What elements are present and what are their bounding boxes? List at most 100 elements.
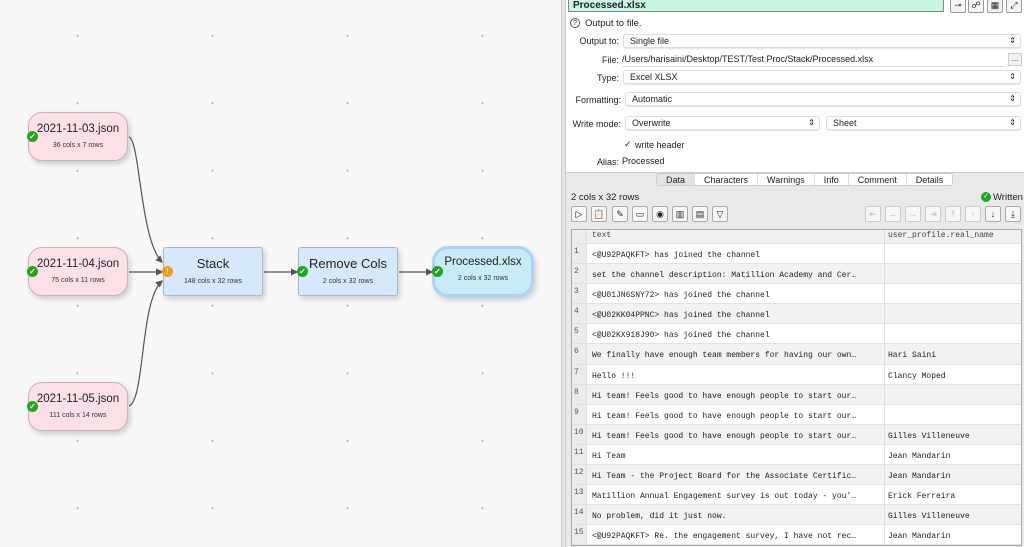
cell-real-name[interactable] (885, 324, 1021, 343)
table-icon[interactable]: ▦ (987, 0, 1003, 13)
connections-icon[interactable]: ☍ (968, 0, 984, 13)
formatting-select[interactable]: Automatic ⇕ (625, 92, 1021, 106)
first-row-icon[interactable]: ⤒ (945, 206, 961, 222)
cell-real-name[interactable]: Jean Mandarin (885, 445, 1021, 464)
filter-icon[interactable]: ▽ (712, 206, 728, 222)
table-row[interactable]: 4 <@U02KK04PPNC> has joined the channel (572, 304, 1021, 325)
cell-real-name[interactable] (885, 284, 1021, 303)
right-arrow-icon[interactable]: → (905, 206, 921, 222)
help-icon[interactable]: ? (570, 18, 580, 28)
browse-button[interactable]: ... (1008, 53, 1022, 66)
cell-text[interactable]: We finally have enough team members for … (587, 344, 885, 364)
cell-real-name[interactable]: Jean Mandarin (885, 465, 1021, 484)
expand-icon[interactable]: ⤢ (1006, 0, 1022, 13)
down-arrow-icon[interactable]: ↓ (985, 206, 1001, 222)
write-mode-value: Overwrite (632, 118, 671, 128)
cell-text[interactable]: <@U01JN6SNY72> has joined the channel (587, 284, 885, 304)
node-input-2021-11-04[interactable]: ✓ 2021-11-04.json 75 cols x 11 rows (27, 247, 128, 296)
table-row[interactable]: 9 Hi team! Feels good to have enough peop… (572, 404, 1021, 425)
node-input-2021-11-03[interactable]: ✓ 2021-11-03.json 36 cols x 7 rows (27, 112, 128, 161)
cell-real-name[interactable] (885, 385, 1021, 404)
file-path-input[interactable]: /Users/harisaini/Desktop/TEST/Test Proc/… (622, 53, 1005, 67)
table-row[interactable]: 5 <@U02KX918J90> has joined the channel (572, 324, 1021, 345)
up-arrow-icon[interactable]: ↑ (965, 206, 981, 222)
column-header-text[interactable]: text (587, 230, 885, 243)
row-number: 4 (572, 304, 587, 324)
table-row[interactable]: 14 No problem, did it just now. Gilles Vil… (572, 505, 1021, 526)
cell-text[interactable]: Hi Team - the Project Board for the Asso… (587, 465, 885, 485)
table-row[interactable]: 3 <@U01JN6SNY72> has joined the channel (572, 284, 1021, 305)
cell-text[interactable]: Hi team! Feels good to have enough peopl… (587, 404, 885, 424)
cell-text[interactable]: Hi team! Feels good to have enough peopl… (587, 384, 885, 404)
column-header-real-name[interactable]: user_profile.real_name (885, 230, 1021, 243)
table-row[interactable]: 12 Hi Team - the Project Board for the As… (572, 465, 1021, 486)
eye-icon[interactable]: ◉ (652, 206, 668, 222)
tab-data[interactable]: Data (657, 174, 696, 185)
cell-real-name[interactable] (885, 244, 1021, 263)
node-remove-cols[interactable]: ✓ Remove Cols 2 cols x 32 rows (297, 247, 398, 296)
cell-text[interactable]: Hello !!! (587, 364, 885, 384)
cell-text[interactable]: <@U02KK04PPNC> has joined the channel (587, 304, 885, 324)
pencil-icon[interactable]: ✎ (612, 206, 628, 222)
table-row[interactable]: 7 Hello !!! Clancy Moped (572, 364, 1021, 385)
play-icon[interactable]: ▷ (571, 206, 587, 222)
tab-details[interactable]: Details (907, 174, 953, 185)
folder-icon[interactable]: ▭ (632, 206, 648, 222)
table-row[interactable]: 10 Hi team! Feels good to have enough peo… (572, 424, 1021, 445)
row-number: 15 (572, 525, 587, 545)
cell-text[interactable]: <@U92PAQKFT> has joined the channel (587, 244, 885, 264)
sheet-select[interactable]: Sheet ⇕ (826, 116, 1021, 130)
cell-text[interactable]: set the channel description: Matillion A… (587, 264, 885, 284)
cell-real-name[interactable] (885, 304, 1021, 323)
cell-real-name[interactable]: Gilles Villeneuve (885, 505, 1021, 524)
check-icon: ✓ (297, 266, 308, 277)
node-title: 2021-11-03.json (36, 123, 120, 135)
cell-real-name[interactable]: Erick Ferreira (885, 485, 1021, 504)
row-number: 10 (572, 424, 587, 444)
node-name-field[interactable]: Processed.xlsx (568, 0, 944, 12)
node-stack[interactable]: ! Stack 148 cols x 32 rows (162, 247, 263, 296)
check-icon: ✓ (27, 401, 38, 412)
cell-real-name[interactable]: Gilles Villeneuve (885, 425, 1021, 444)
output-to-select[interactable]: Single file ⇕ (623, 34, 1021, 48)
cell-real-name[interactable]: Hari Saini (885, 344, 1021, 363)
tab-warnings[interactable]: Warnings (758, 174, 815, 185)
tab-characters[interactable]: Characters (695, 174, 759, 185)
node-output-processed[interactable]: ✓ Processed.xlsx 2 cols x 32 rows (432, 246, 534, 297)
alias-input[interactable]: Processed (622, 155, 1022, 168)
first-column-icon[interactable]: ⇤ (865, 206, 881, 222)
inputs-icon[interactable]: ⊸ (950, 0, 966, 13)
table-row[interactable]: 6 We finally have enough team members for… (572, 344, 1021, 365)
write-mode-select[interactable]: Overwrite ⇕ (625, 116, 820, 130)
last-column-icon[interactable]: ⇥ (925, 206, 941, 222)
table-row[interactable]: 13 Matillion Annual Engagement survey is … (572, 485, 1021, 506)
rows-icon[interactable]: ▤ (692, 206, 708, 222)
paste-icon[interactable]: 📋 (591, 206, 607, 222)
columns-icon[interactable]: ▥ (672, 206, 688, 222)
cell-text[interactable]: No problem, did it just now. (587, 505, 885, 525)
workflow-canvas[interactable]: ✓ 2021-11-03.json 36 cols x 7 rows ✓ 2021-1… (0, 0, 561, 547)
table-row[interactable]: 15 <@U92PAQKFT> Re. the engagement survey… (572, 525, 1021, 546)
table-row[interactable]: 2 set the channel description: Matillion … (572, 264, 1021, 285)
node-input-2021-11-05[interactable]: ✓ 2021-11-05.json 111 cols x 14 rows (27, 382, 128, 431)
cell-real-name[interactable]: Jean Mandarin (885, 525, 1021, 544)
table-row[interactable]: 1 <@U92PAQKFT> has joined the channel (572, 244, 1021, 265)
cell-text[interactable]: <@U92PAQKFT> Re. the engagement survey, … (587, 525, 885, 545)
cell-text[interactable]: <@U02KX918J90> has joined the channel (587, 324, 885, 344)
last-row-icon[interactable]: ⤓ (1005, 206, 1021, 222)
cell-real-name[interactable]: Clancy Moped (885, 365, 1021, 384)
table-row[interactable]: 8 Hi team! Feels good to have enough peop… (572, 384, 1021, 405)
table-row[interactable]: 11 Hi Team Jean Mandarin (572, 444, 1021, 466)
cell-text[interactable]: Hi Team (587, 444, 885, 465)
dimensions-text: 2 cols x 32 rows (571, 192, 640, 203)
cell-text[interactable]: Hi team! Feels good to have enough peopl… (587, 424, 885, 444)
left-arrow-icon[interactable]: ← (885, 206, 901, 222)
type-select[interactable]: Excel XLSX ⇕ (623, 70, 1021, 84)
cell-text[interactable]: Matillion Annual Engagement survey is ou… (587, 485, 885, 505)
file-label: File: (601, 55, 619, 65)
cell-real-name[interactable] (885, 264, 1021, 283)
tab-comment[interactable]: Comment (849, 174, 907, 185)
tab-info[interactable]: Info (815, 174, 849, 185)
cell-real-name[interactable] (885, 405, 1021, 424)
write-header-checkbox[interactable]: ✓ (624, 139, 632, 150)
